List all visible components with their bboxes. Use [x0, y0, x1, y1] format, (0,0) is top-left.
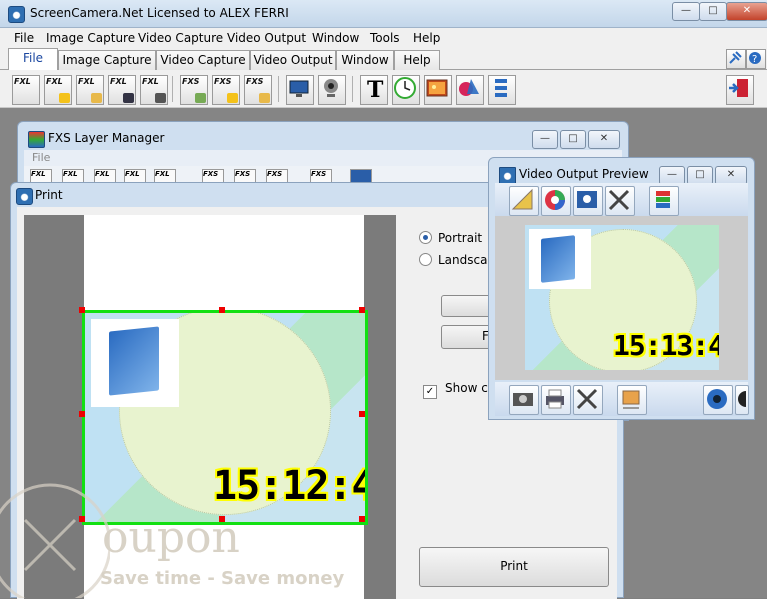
video-monitor-icon — [499, 167, 516, 184]
fxs-open-icon[interactable]: FXS — [244, 75, 272, 105]
video-preview-bottom-toolbar — [495, 382, 754, 416]
tab-file[interactable]: File — [8, 48, 58, 71]
fxl-open-icon[interactable]: FXL — [76, 75, 104, 105]
ruler-triangle-icon[interactable] — [509, 186, 539, 216]
product-box-image — [109, 326, 159, 396]
maximize-button[interactable]: □ — [699, 2, 727, 21]
video-preview-top-toolbar — [495, 183, 748, 217]
menu-video-capture[interactable]: Video Capture — [138, 31, 223, 45]
menu-help[interactable]: Help — [413, 31, 440, 45]
print-window-icon — [16, 188, 33, 205]
landscape-radio[interactable]: Landscap — [419, 253, 495, 267]
video-output-preview-window[interactable]: Video Output Preview — □ ✕ 15:13:42 — [488, 157, 755, 420]
app-camera-icon — [8, 6, 25, 23]
watermark-slogan: Save time - Save money — [100, 568, 345, 589]
stop-button-icon[interactable] — [735, 385, 754, 415]
portrait-radio-indicator[interactable] — [419, 231, 432, 244]
toolbar-separator — [278, 76, 279, 102]
watermark-logo-icon — [0, 483, 110, 598]
portrait-radio[interactable]: Portrait — [419, 231, 482, 245]
menu-image-capture[interactable]: Image Capture — [46, 31, 135, 45]
resize-handle[interactable] — [79, 307, 85, 313]
layers-list-icon[interactable] — [488, 75, 516, 105]
resize-handle[interactable] — [219, 307, 225, 313]
video-preview-title: Video Output Preview — [519, 167, 649, 181]
camera-frame-icon[interactable] — [573, 186, 603, 216]
snapshot-camera-icon[interactable] — [509, 385, 539, 415]
fxl-new-icon[interactable]: FXL — [12, 75, 40, 105]
window-title: ScreenCamera.Net Licensed to ALEX FERRI — [30, 6, 289, 20]
resize-handle[interactable] — [359, 307, 365, 313]
tab-video-output[interactable]: Video Output — [250, 50, 336, 71]
menu-window[interactable]: Window — [312, 31, 359, 45]
print-window-title: Print — [35, 188, 63, 202]
ribbon-tabs: File Image Capture Video Capture Video O… — [0, 48, 767, 71]
minimize-button[interactable]: — — [672, 2, 700, 21]
watermark-brand: oupon — [102, 512, 240, 563]
fxl-add-icon[interactable]: FXL — [44, 75, 72, 105]
shapes-icon[interactable] — [456, 75, 484, 105]
layer-manager-maximize-button[interactable]: □ — [560, 130, 586, 149]
layer-manager-title: FXS Layer Manager — [48, 131, 165, 145]
layer-manager-close-button[interactable]: ✕ — [588, 130, 620, 149]
tab-window[interactable]: Window — [336, 50, 394, 71]
printer-icon[interactable] — [541, 385, 571, 415]
menu-bar: File Image Capture Video Capture Video O… — [0, 28, 767, 48]
preview-frame: 15:13:42 — [525, 225, 719, 370]
help-icon[interactable]: ? — [746, 49, 766, 69]
captured-product-thumbnail — [91, 319, 179, 407]
exit-door-icon[interactable] — [726, 75, 754, 105]
fxs-edit-icon[interactable]: FXS — [180, 75, 208, 105]
print-button[interactable]: Print — [419, 547, 609, 587]
resize-handle[interactable] — [79, 411, 85, 417]
monitor-icon[interactable] — [286, 75, 314, 105]
main-toolbar: FXL FXL FXL FXL FXL FXS FXS FXS T — [0, 70, 767, 108]
tab-help[interactable]: Help — [394, 50, 440, 71]
layer-manager-minimize-button[interactable]: — — [532, 130, 558, 149]
fxl-save-icon[interactable]: FXL — [108, 75, 136, 105]
tools-icon[interactable] — [605, 186, 635, 216]
pin-icon[interactable] — [726, 49, 746, 69]
text-tool-icon[interactable]: T — [360, 75, 388, 105]
clock-icon[interactable] — [392, 75, 420, 105]
resize-handle[interactable] — [359, 411, 365, 417]
layers-stack-icon[interactable] — [649, 186, 679, 216]
fxs-add-icon[interactable]: FXS — [212, 75, 240, 105]
toolbar-separator — [172, 76, 173, 102]
menu-video-output[interactable]: Video Output — [227, 31, 306, 45]
show-checkbox-box[interactable]: ✓ — [423, 385, 437, 399]
menu-file[interactable]: File — [14, 31, 34, 45]
tab-image-capture[interactable]: Image Capture — [58, 50, 156, 71]
resize-handle[interactable] — [359, 516, 365, 522]
preview-product-thumbnail — [529, 229, 591, 289]
video-preview-area: 15:13:42 — [495, 216, 748, 380]
menu-tools[interactable]: Tools — [370, 31, 400, 45]
captured-time-text: 15:12:48 — [213, 463, 365, 509]
webcam-icon[interactable] — [318, 75, 346, 105]
captured-image-frame[interactable]: 15:12:48 — [82, 310, 368, 525]
preview-product-box-image — [541, 235, 575, 283]
show-checkbox[interactable]: ✓ Show c — [423, 381, 488, 399]
layer-manager-menu-file[interactable]: File — [32, 151, 50, 164]
color-wheel-icon[interactable] — [541, 186, 571, 216]
svg-text:?: ? — [752, 54, 757, 65]
settings-tools-icon[interactable] — [573, 385, 603, 415]
main-title-bar: ScreenCamera.Net Licensed to ALEX FERRI … — [0, 0, 767, 28]
fxl-print-icon[interactable]: FXL — [140, 75, 168, 105]
landscape-radio-indicator[interactable] — [419, 253, 432, 266]
image-icon[interactable] — [424, 75, 452, 105]
record-button-icon[interactable] — [703, 385, 733, 415]
toolbar-separator — [352, 76, 353, 102]
close-button[interactable]: ✕ — [726, 2, 767, 21]
picture-export-icon[interactable] — [617, 385, 647, 415]
preview-time-text: 15:13:42 — [613, 329, 719, 362]
tab-video-capture[interactable]: Video Capture — [156, 50, 250, 71]
layers-icon — [28, 131, 45, 148]
